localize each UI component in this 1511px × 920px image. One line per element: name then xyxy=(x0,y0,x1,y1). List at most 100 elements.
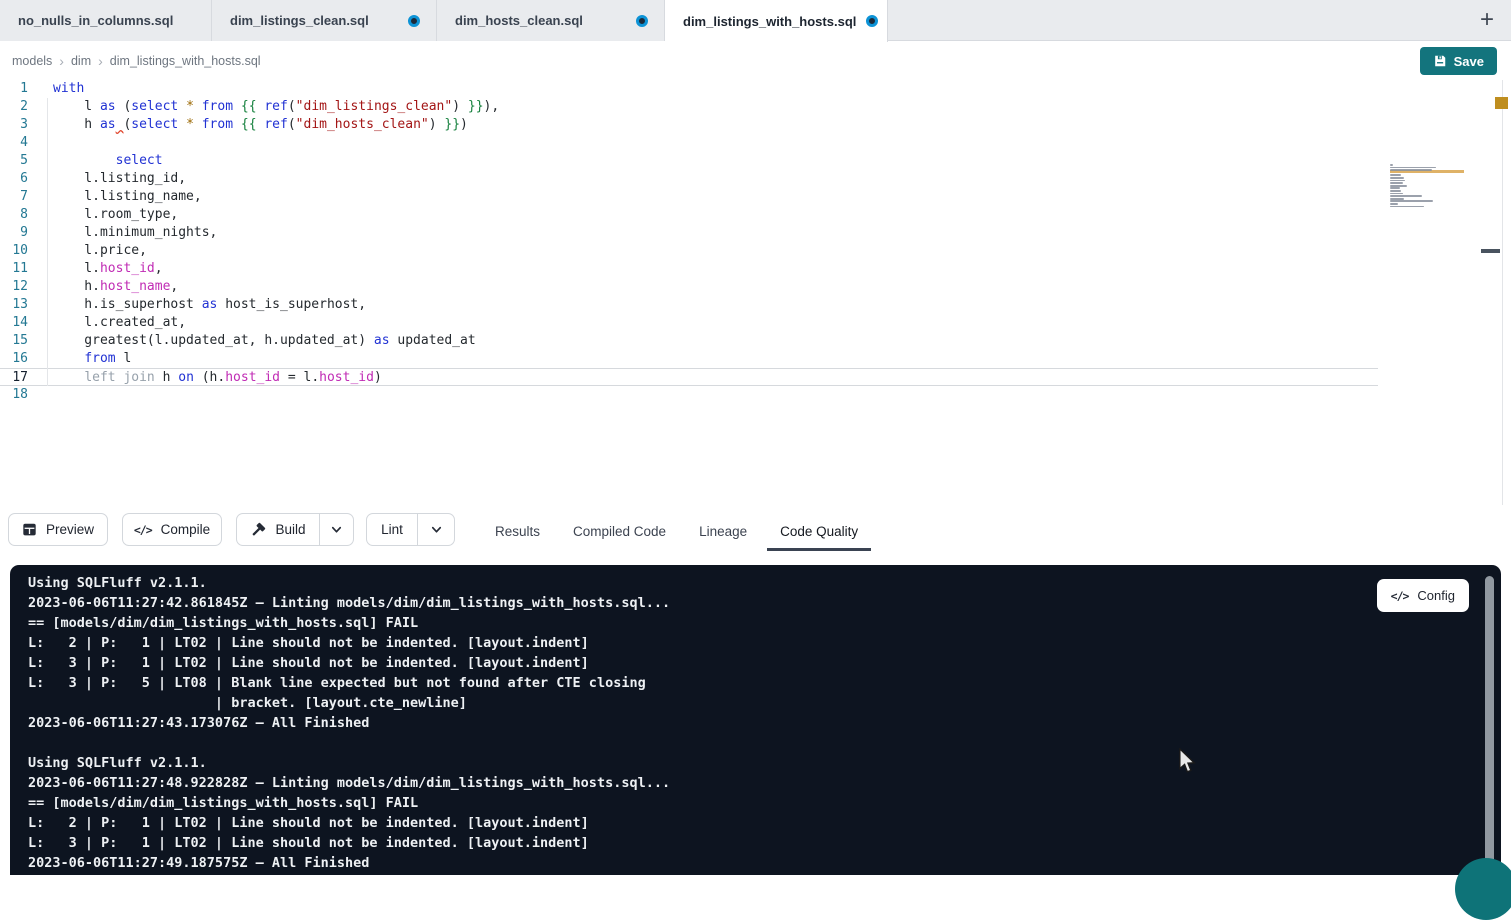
minimap-line xyxy=(1390,203,1398,205)
new-tab-button[interactable]: + xyxy=(1473,6,1501,34)
help-bubble-button[interactable] xyxy=(1455,858,1511,920)
build-options-button[interactable] xyxy=(319,514,353,545)
breadcrumb-item-file: dim_listings_with_hosts.sql xyxy=(110,54,261,68)
code-line[interactable]: 12 h.host_name, xyxy=(0,278,1511,296)
terminal-line: L: 3 | P: 5 | LT08 | Blank line expected… xyxy=(28,673,1501,693)
config-button[interactable]: </> Config xyxy=(1377,579,1469,612)
minimap-line xyxy=(1390,198,1404,200)
file-tab[interactable]: no_nulls_in_columns.sql xyxy=(0,0,212,41)
terminal-line: L: 3 | P: 1 | LT02 | Line should not be … xyxy=(28,653,1501,673)
line-number: 4 xyxy=(0,134,40,152)
save-button[interactable]: Save xyxy=(1420,47,1497,75)
unsaved-changes-icon[interactable] xyxy=(408,15,420,27)
unsaved-changes-icon[interactable] xyxy=(636,15,648,27)
code-line-text: select xyxy=(40,152,163,170)
preview-button[interactable]: Preview xyxy=(8,513,108,546)
panel-tab-lineage[interactable]: Lineage xyxy=(699,516,747,547)
file-tab-label: no_nulls_in_columns.sql xyxy=(18,13,173,28)
code-line[interactable]: 5 select xyxy=(0,152,1511,170)
panel-tab-compiled-code[interactable]: Compiled Code xyxy=(573,516,666,547)
code-line[interactable]: 13 h.is_superhost as host_is_superhost, xyxy=(0,296,1511,314)
code-line[interactable]: 8 l.room_type, xyxy=(0,206,1511,224)
code-line[interactable]: 1with xyxy=(0,80,1511,98)
panel-tab-code-quality[interactable]: Code Quality xyxy=(780,516,858,547)
line-number: 2 xyxy=(0,98,40,116)
breadcrumb: models › dim › dim_listings_with_hosts.s… xyxy=(12,41,261,80)
code-line[interactable]: 18 xyxy=(0,386,1511,404)
build-button-label: Build xyxy=(275,522,305,537)
code-line[interactable]: 4 xyxy=(0,134,1511,152)
terminal-line: Using SQLFluff v2.1.1. xyxy=(28,753,1501,773)
code-line[interactable]: 17 left join h on (h.host_id = l.host_id… xyxy=(0,368,1378,386)
code-line-text: l.listing_name, xyxy=(40,188,202,206)
line-number: 7 xyxy=(0,188,40,206)
line-number: 18 xyxy=(0,386,40,404)
terminal-line: L: 2 | P: 1 | LT02 | Line should not be … xyxy=(28,813,1501,833)
file-tab[interactable]: dim_listings_with_hosts.sql xyxy=(665,0,888,42)
overview-ruler-warning-mark xyxy=(1495,97,1508,109)
code-line[interactable]: 2 l as (select * from {{ ref("dim_listin… xyxy=(0,98,1511,116)
table-grid-icon xyxy=(22,522,37,537)
minimap-line xyxy=(1390,190,1401,192)
line-number: 1 xyxy=(0,80,40,98)
breadcrumb-item-dim[interactable]: dim xyxy=(71,54,91,68)
chevron-down-icon xyxy=(430,523,443,536)
terminal-line: Using SQLFluff v2.1.1. xyxy=(28,573,1501,593)
file-tab[interactable]: dim_listings_clean.sql xyxy=(212,0,437,41)
minimap-line xyxy=(1390,195,1422,197)
terminal-line: L: 3 | P: 1 | LT02 | Line should not be … xyxy=(28,833,1501,853)
code-line-text: greatest(l.updated_at, h.updated_at) as … xyxy=(40,332,476,350)
code-line[interactable]: 7 l.listing_name, xyxy=(0,188,1511,206)
minimap-line xyxy=(1390,206,1424,208)
code-line[interactable]: 10 l.price, xyxy=(0,242,1511,260)
lint-output-terminal[interactable]: Using SQLFluff v2.1.1.2023-06-06T11:27:4… xyxy=(10,565,1501,875)
panel-tab-list: Results Compiled Code Lineage Code Quality xyxy=(495,513,858,549)
code-line-text: l.room_type, xyxy=(40,206,178,224)
terminal-line: 2023-06-06T11:27:42.861845Z — Linting mo… xyxy=(28,593,1501,613)
compile-button[interactable]: </> Compile xyxy=(122,513,222,546)
code-line-text: l.host_id, xyxy=(40,260,163,278)
minimap-line xyxy=(1390,187,1400,189)
code-line-text: l as (select * from {{ ref("dim_listings… xyxy=(40,98,499,116)
terminal-scrollbar[interactable] xyxy=(1485,576,1494,868)
code-line[interactable]: 16 from l xyxy=(0,350,1511,368)
code-line[interactable]: 3 h as (select * from {{ ref("dim_hosts_… xyxy=(0,116,1511,134)
minimap-line xyxy=(1390,182,1403,184)
code-line-text: l.created_at, xyxy=(40,314,186,332)
code-line[interactable]: 11 l.host_id, xyxy=(0,260,1511,278)
lint-button[interactable]: Lint xyxy=(367,514,417,545)
lint-options-button[interactable] xyxy=(417,514,454,545)
preview-button-label: Preview xyxy=(46,522,94,537)
minimap[interactable] xyxy=(1390,164,1464,211)
line-number: 16 xyxy=(0,350,40,368)
code-line[interactable]: 15 greatest(l.updated_at, h.updated_at) … xyxy=(0,332,1511,350)
minimap-line xyxy=(1390,193,1403,195)
code-line-text: with xyxy=(40,80,84,98)
code-icon: </> xyxy=(134,523,152,537)
code-line-text xyxy=(40,386,53,404)
file-tab-label: dim_listings_clean.sql xyxy=(230,13,369,28)
code-line-text: l.listing_id, xyxy=(40,170,186,188)
code-line-text: left join h on (h.host_id = l.host_id) xyxy=(40,369,382,385)
lint-button-label: Lint xyxy=(381,522,403,537)
overview-ruler-cursor-mark xyxy=(1481,249,1500,253)
unsaved-changes-icon[interactable] xyxy=(866,15,878,27)
build-button[interactable]: Build xyxy=(237,514,319,545)
line-number: 14 xyxy=(0,314,40,332)
terminal-line: 2023-06-06T11:27:48.922828Z — Linting mo… xyxy=(28,773,1501,793)
indent-guide xyxy=(47,98,48,386)
line-number: 9 xyxy=(0,224,40,242)
code-line[interactable]: 14 l.created_at, xyxy=(0,314,1511,332)
minimap-line xyxy=(1390,177,1404,179)
minimap-line xyxy=(1390,200,1433,202)
line-number: 3 xyxy=(0,116,40,134)
code-line[interactable]: 6 l.listing_id, xyxy=(0,170,1511,188)
code-editor[interactable]: 1with2 l as (select * from {{ ref("dim_l… xyxy=(0,80,1511,505)
code-line[interactable]: 9 l.minimum_nights, xyxy=(0,224,1511,242)
breadcrumb-item-models[interactable]: models xyxy=(12,54,52,68)
panel-tab-results[interactable]: Results xyxy=(495,516,540,547)
minimap-line xyxy=(1390,167,1436,169)
chevron-right-icon: › xyxy=(98,53,103,69)
file-tab[interactable]: dim_hosts_clean.sql xyxy=(437,0,665,41)
line-number: 8 xyxy=(0,206,40,224)
